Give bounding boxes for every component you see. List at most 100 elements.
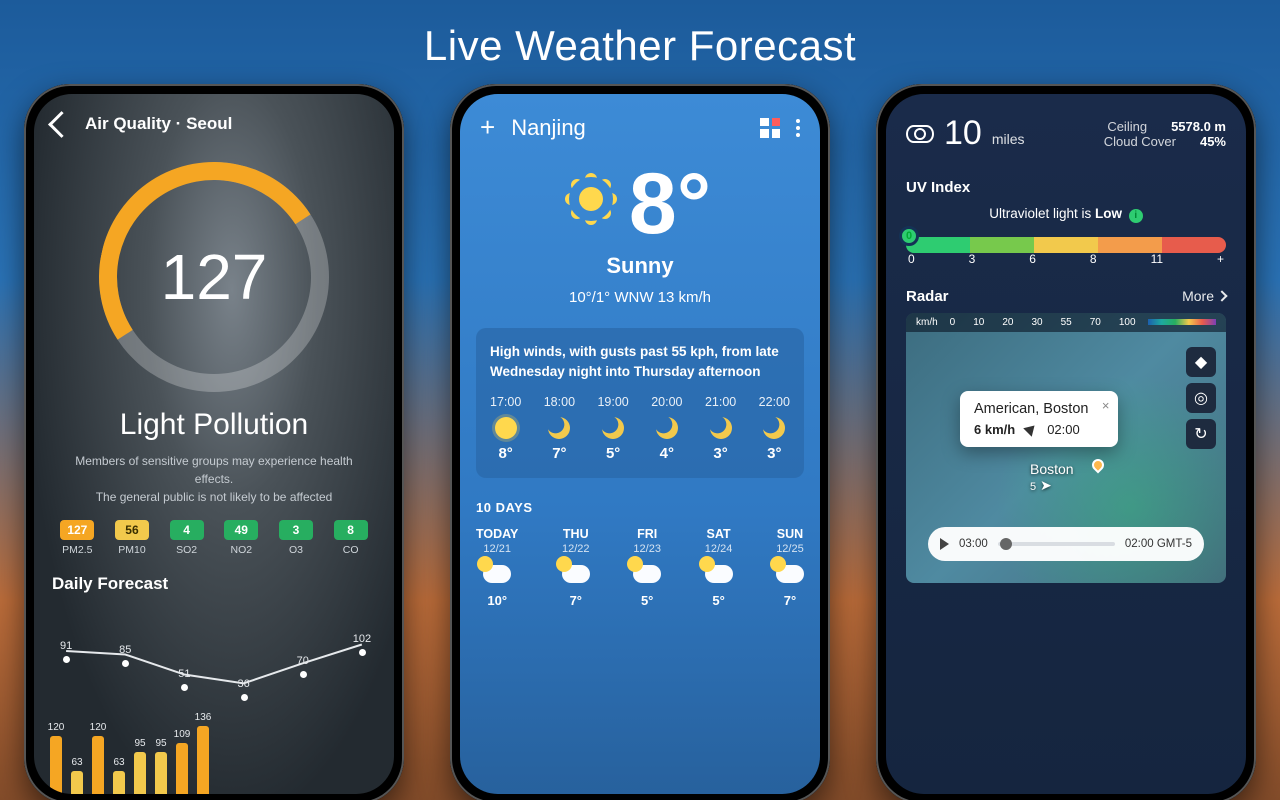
refresh-icon[interactable]: ↻ bbox=[1186, 419, 1216, 449]
partly-cloudy-icon bbox=[776, 565, 804, 583]
ten-days-title: 10 DAYS bbox=[476, 500, 804, 515]
uv-status-text: Ultraviolet light is Low i bbox=[906, 206, 1226, 223]
moon-icon bbox=[763, 417, 785, 439]
pollutant-name: SO2 bbox=[170, 544, 204, 556]
day-col: SUN 12/25 7° bbox=[776, 527, 804, 608]
header-title: Air Quality · Seoul bbox=[85, 114, 232, 134]
pollutant-name: CO bbox=[334, 544, 368, 556]
hourly-card[interactable]: High winds, with gusts past 55 kph, from… bbox=[476, 328, 804, 478]
partly-cloudy-icon bbox=[483, 565, 511, 583]
partly-cloudy-icon bbox=[633, 565, 661, 583]
uv-section: UV Index Ultraviolet light is Low i 0 03… bbox=[906, 179, 1226, 266]
radar-title: Radar bbox=[906, 288, 949, 305]
partly-cloudy-icon bbox=[705, 565, 733, 583]
day-col: TODAY 12/21 10° bbox=[476, 527, 518, 608]
widgets-icon[interactable] bbox=[760, 118, 780, 138]
city-name[interactable]: Nanjing bbox=[511, 115, 744, 141]
phone-radar: 10 miles Ceiling5578.0 m Cloud Cover45% … bbox=[876, 84, 1256, 800]
cloud-cover-label: Cloud Cover bbox=[1104, 134, 1176, 149]
ceiling-value: 5578.0 m bbox=[1171, 119, 1226, 134]
uv-tick: 11 bbox=[1151, 252, 1163, 266]
eye-icon bbox=[906, 125, 934, 143]
hour-col: 20:00 4° bbox=[651, 395, 682, 462]
aqi-value: 127 bbox=[99, 162, 329, 392]
sun-icon bbox=[495, 417, 517, 439]
pollutant-NO2[interactable]: 49 NO2 bbox=[224, 520, 258, 556]
pollutant-PM10[interactable]: 56 PM10 bbox=[115, 520, 149, 556]
locate-icon[interactable]: ◎ bbox=[1186, 383, 1216, 413]
pollutants-row: 127 PM2.5 56 PM10 4 SO2 49 NO2 3 O3 8 CO bbox=[34, 520, 394, 556]
aqi-bar: 63 bbox=[71, 771, 83, 794]
pollutant-value: 4 bbox=[170, 520, 204, 540]
radar-map[interactable]: km/h 01020305570100 ◆ ◎ ↻ × American, Bo… bbox=[906, 313, 1226, 583]
aqi-line-chart: 91 85 51 36 70 102 bbox=[48, 604, 380, 722]
uv-scale-labels: 036811+ bbox=[906, 252, 1226, 266]
phone-air-quality: Air Quality · Seoul 127 Light Pollution … bbox=[24, 84, 404, 800]
ten-days-row[interactable]: TODAY 12/21 10° THU 12/22 7° FRI 12/23 5… bbox=[476, 527, 804, 608]
chevron-right-icon bbox=[1216, 290, 1227, 301]
wind-direction-icon bbox=[1023, 421, 1039, 437]
moon-icon bbox=[656, 417, 678, 439]
pollutant-O3[interactable]: 3 O3 bbox=[279, 520, 313, 556]
uv-tick: 6 bbox=[1029, 252, 1036, 266]
map-info-card[interactable]: × American, Boston 6 km/h 02:00 bbox=[960, 391, 1118, 447]
line-point-dot bbox=[300, 671, 307, 678]
legend-tick: 55 bbox=[1061, 317, 1072, 328]
pollutant-value: 49 bbox=[224, 520, 258, 540]
uv-marker: 0 bbox=[899, 226, 919, 246]
visibility-unit: miles bbox=[992, 131, 1025, 147]
aqi-bar: 63 bbox=[113, 771, 125, 794]
player-start-time: 03:00 bbox=[959, 538, 988, 550]
pollutant-PM2.5[interactable]: 127 PM2.5 bbox=[60, 520, 94, 556]
hi-lo-wind: 10°/1° WNW 13 km/h bbox=[460, 289, 820, 306]
pollutant-CO[interactable]: 8 CO bbox=[334, 520, 368, 556]
radar-more-link[interactable]: More bbox=[1182, 288, 1226, 304]
moon-icon bbox=[548, 417, 570, 439]
visibility-value: 10 bbox=[944, 114, 982, 153]
pollutant-value: 56 bbox=[115, 520, 149, 540]
hour-col: 19:00 5° bbox=[597, 395, 628, 462]
add-location-icon[interactable]: + bbox=[480, 112, 495, 143]
uv-tick: 0 bbox=[908, 252, 915, 266]
promo-title: Live Weather Forecast bbox=[0, 0, 1280, 84]
play-icon[interactable] bbox=[940, 538, 949, 550]
back-icon[interactable] bbox=[48, 111, 75, 138]
aqi-gauge: 127 bbox=[99, 162, 329, 392]
info-icon[interactable]: i bbox=[1129, 209, 1143, 223]
aqi-bar: 95 bbox=[134, 752, 146, 794]
time-player[interactable]: 03:00 02:00 GMT-5 bbox=[928, 527, 1204, 561]
pin-wind-speed: 6 km/h bbox=[974, 422, 1015, 437]
close-icon[interactable]: × bbox=[1102, 398, 1110, 413]
hour-col: 18:00 7° bbox=[544, 395, 575, 462]
pollutant-value: 3 bbox=[279, 520, 313, 540]
partly-cloudy-icon bbox=[562, 565, 590, 583]
moon-icon bbox=[602, 417, 624, 439]
sun-icon bbox=[569, 177, 613, 221]
phone-forecast: + Nanjing 8° Sunny 10°/1° WNW 13 km/h Hi… bbox=[450, 84, 830, 800]
uv-title: UV Index bbox=[906, 179, 1226, 196]
player-track[interactable] bbox=[998, 542, 1115, 546]
legend-tick: 20 bbox=[1002, 317, 1013, 328]
aqi-bar: 109 bbox=[176, 743, 188, 794]
pollutant-name: NO2 bbox=[224, 544, 258, 556]
line-point-label: 102 bbox=[353, 633, 371, 645]
more-menu-icon[interactable] bbox=[796, 119, 800, 137]
pollutant-SO2[interactable]: 4 SO2 bbox=[170, 520, 204, 556]
aqi-bar: 120 bbox=[92, 736, 104, 794]
pin-time: 02:00 bbox=[1047, 422, 1080, 437]
aqi-bar: 95 bbox=[155, 752, 167, 794]
player-handle[interactable] bbox=[1000, 538, 1012, 550]
condition-text: Sunny bbox=[460, 253, 820, 279]
aqi-bar: 136 bbox=[197, 726, 209, 794]
day-col: FRI 12/23 5° bbox=[633, 527, 661, 608]
line-point-label: 91 bbox=[60, 640, 72, 652]
layers-icon[interactable]: ◆ bbox=[1186, 347, 1216, 377]
uv-tick: + bbox=[1217, 252, 1224, 266]
legend-tick: 70 bbox=[1090, 317, 1101, 328]
line-point-label: 36 bbox=[237, 678, 249, 690]
line-point-label: 70 bbox=[297, 655, 309, 667]
weather-alert: High winds, with gusts past 55 kph, from… bbox=[490, 342, 790, 381]
hour-col: 21:00 3° bbox=[705, 395, 736, 462]
pollutant-name: PM10 bbox=[115, 544, 149, 556]
map-legend: km/h 01020305570100 bbox=[906, 313, 1226, 332]
